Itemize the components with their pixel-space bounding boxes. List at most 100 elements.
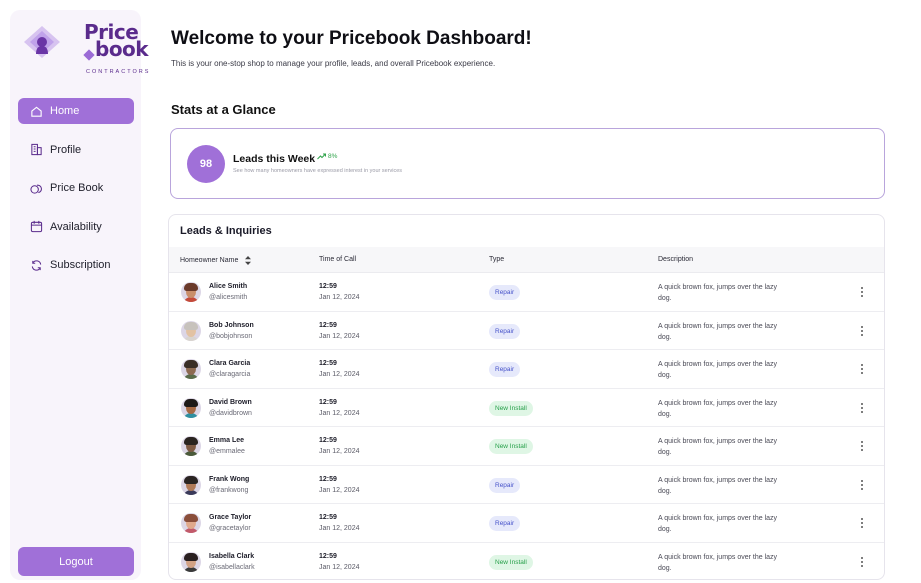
- table-row[interactable]: Isabella Clark @isabellaclark 12:59 Jan 12,…: [169, 543, 884, 580]
- type-badge: Repair: [489, 477, 521, 493]
- homeowner-name: David Brown: [209, 398, 252, 406]
- logo-wordmark: Price book: [84, 22, 149, 59]
- homeowner-handle: @bobjohnson: [209, 332, 253, 340]
- homeowner-handle: @davidbrown: [209, 409, 252, 417]
- sidebar-item-label: Home: [50, 105, 80, 117]
- table-row[interactable]: Bob Johnson @bobjohnson 12:59 Jan 12, 2024 R…: [169, 312, 884, 350]
- sidebar-item-price-book[interactable]: Price Book: [18, 175, 134, 201]
- stat-delta: 8%: [317, 153, 337, 160]
- calendar-icon: [30, 220, 43, 233]
- refresh-icon: [31, 259, 42, 271]
- call-date: Jan 12, 2024: [319, 448, 360, 455]
- type-badge: Repair: [489, 285, 521, 300]
- sidebar-nav: Home Profile Price Book Availability Sub…: [18, 98, 134, 291]
- avatar: [181, 513, 201, 533]
- table-row[interactable]: David Brown @davidbrown 12:59 Jan 12, 2024 N…: [169, 389, 884, 427]
- more-options-icon[interactable]: [858, 285, 866, 299]
- call-date: Jan 12, 2024: [319, 371, 360, 378]
- brand-logo[interactable]: Price book CONTRACTORS: [22, 22, 149, 76]
- stat-description: See how many homeowners have expressed i…: [233, 168, 403, 174]
- call-date: Jan 12, 2024: [319, 525, 360, 532]
- homeowner-handle: @claragarcia: [209, 371, 251, 378]
- homeowner-handle: @frankwong: [209, 486, 249, 494]
- column-header-type: Type: [489, 256, 505, 263]
- more-options-icon[interactable]: [858, 478, 866, 492]
- type-badge: New Install: [489, 400, 533, 416]
- call-date: Jan 12, 2024: [319, 294, 360, 301]
- lead-description: A quick brown fox, jumps over the lazy d…: [658, 476, 778, 495]
- avatar: [181, 474, 201, 495]
- more-options-icon[interactable]: [858, 362, 866, 376]
- call-time: 12:59: [319, 552, 337, 560]
- homeowner-name: Emma Lee: [209, 437, 245, 444]
- table-row[interactable]: Emma Lee @emmalee 12:59 Jan 12, 2024 New Ins…: [169, 427, 884, 466]
- call-date: Jan 12, 2024: [319, 563, 360, 571]
- coins-icon: [30, 184, 42, 194]
- building-icon: [31, 143, 42, 156]
- logo-subtitle: CONTRACTORS: [86, 69, 151, 75]
- avatar: [181, 282, 201, 302]
- leads-count-circle: 98: [187, 145, 225, 183]
- sidebar-item-label: Subscription: [50, 259, 111, 271]
- sidebar-item-profile[interactable]: Profile: [18, 137, 134, 163]
- lead-description: A quick brown fox, jumps over the lazy d…: [658, 322, 778, 341]
- call-date: Jan 12, 2024: [319, 486, 360, 494]
- avatar: [181, 320, 201, 341]
- call-date: Jan 12, 2024: [319, 332, 360, 340]
- call-date: Jan 12, 2024: [319, 409, 360, 417]
- sort-icon[interactable]: [245, 256, 252, 265]
- table-body: Alice Smith @alicesmith 12:59 Jan 12, 2024 R…: [169, 273, 884, 580]
- homeowner-handle: @alicesmith: [209, 294, 248, 301]
- lead-description: A quick brown fox, jumps over the lazy d…: [658, 438, 778, 456]
- more-options-icon[interactable]: [858, 401, 866, 415]
- avatar: [181, 359, 201, 379]
- more-options-icon[interactable]: [858, 439, 866, 453]
- leads-table-card: Leads & Inquiries Homeowner Name Time of…: [168, 214, 885, 580]
- sidebar-item-label: Profile: [50, 143, 82, 156]
- call-time: 12:59: [319, 475, 337, 483]
- table-row[interactable]: Alice Smith @alicesmith 12:59 Jan 12, 2024 R…: [169, 273, 884, 312]
- logo-house-icon: [24, 26, 60, 58]
- type-badge: New Install: [489, 439, 533, 454]
- sidebar-item-home[interactable]: Home: [18, 98, 134, 124]
- call-time: 12:59: [319, 398, 337, 406]
- call-time: 12:59: [319, 283, 337, 290]
- call-time: 12:59: [319, 360, 337, 367]
- sidebar-item-subscription[interactable]: Subscription: [18, 252, 134, 278]
- homeowner-name: Frank Wong: [209, 475, 250, 483]
- call-time: 12:59: [319, 321, 337, 329]
- home-icon: [31, 106, 42, 117]
- type-badge: Repair: [489, 516, 521, 531]
- stats-card: 98 Leads this Week 8% See how many homeo…: [170, 128, 885, 199]
- stat-title: Leads this Week: [233, 153, 316, 165]
- lead-description: A quick brown fox, jumps over the lazy d…: [658, 284, 778, 302]
- homeowner-name: Clara Garcia: [209, 360, 251, 367]
- call-time: 12:59: [319, 514, 337, 521]
- table-row[interactable]: Frank Wong @frankwong 12:59 Jan 12, 2024 Rep…: [169, 466, 884, 504]
- stats-section-title: Stats at a Glance: [171, 102, 276, 117]
- table-header: Homeowner Name Time of Call Type Descrip…: [169, 247, 884, 273]
- lead-description: A quick brown fox, jumps over the lazy d…: [658, 399, 778, 418]
- column-header-homeowner-name[interactable]: Homeowner Name: [180, 256, 252, 265]
- column-label: Homeowner Name: [180, 257, 239, 264]
- table-row[interactable]: Clara Garcia @claragarcia 12:59 Jan 12, 202…: [169, 350, 884, 389]
- more-options-icon[interactable]: [858, 324, 866, 338]
- lead-description: A quick brown fox, jumps over the lazy d…: [658, 361, 778, 379]
- homeowner-handle: @isabellaclark: [209, 563, 255, 571]
- stat-delta-value: 8%: [328, 153, 338, 160]
- lead-description: A quick brown fox, jumps over the lazy d…: [658, 553, 778, 572]
- column-header-description: Description: [658, 256, 694, 263]
- table-row[interactable]: Grace Taylor @gracetaylor 12:59 Jan 12, 202…: [169, 504, 884, 543]
- homeowner-name: Alice Smith: [209, 283, 248, 290]
- sidebar-item-availability[interactable]: Availability: [18, 214, 134, 240]
- type-badge: Repair: [489, 323, 521, 339]
- sidebar-item-label: Price Book: [50, 182, 104, 194]
- more-options-icon[interactable]: [858, 555, 866, 569]
- avatar: [181, 551, 201, 572]
- homeowner-name: Isabella Clark: [209, 552, 255, 560]
- logout-button[interactable]: Logout: [18, 547, 134, 576]
- avatar: [181, 397, 201, 418]
- sidebar: Price book CONTRACTORS Home Profile Pric…: [10, 10, 149, 580]
- lead-description: A quick brown fox, jumps over the lazy d…: [658, 515, 778, 533]
- more-options-icon[interactable]: [858, 516, 866, 530]
